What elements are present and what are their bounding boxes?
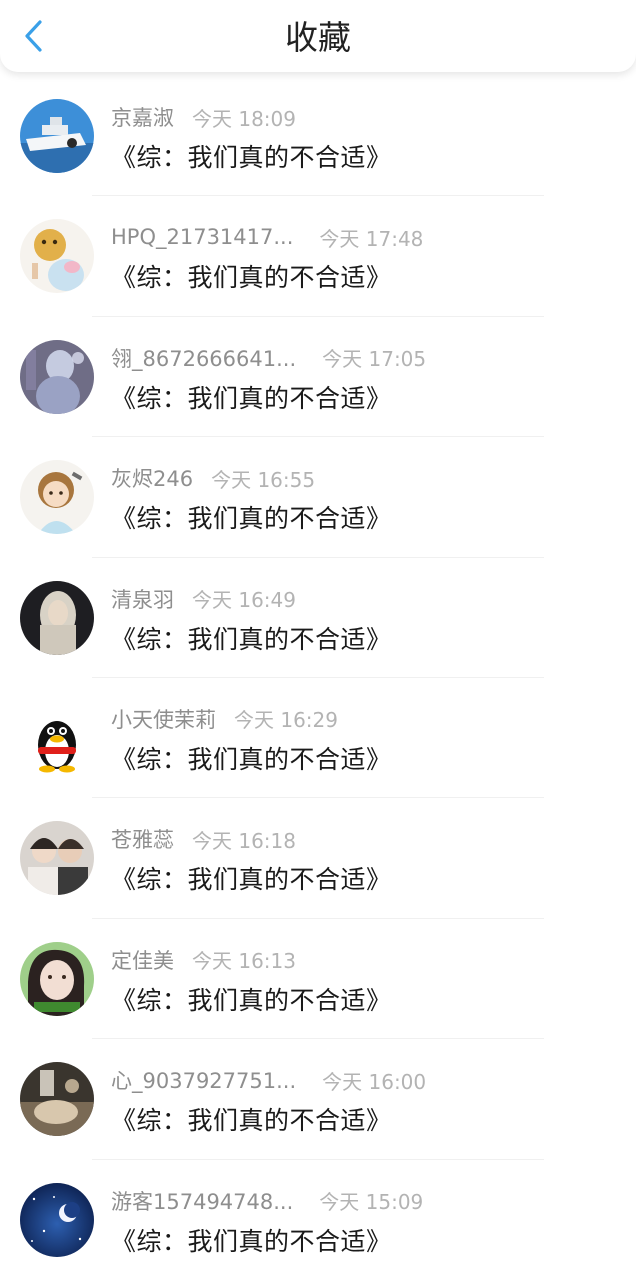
username: 京嘉淑 [111,106,174,130]
username: 苍雅蕊 [111,828,174,853]
list-item[interactable]: 灰烬246 今天 16:55 《综：我们真的不合适》 [0,437,636,558]
list-item[interactable]: 苍雅蕊 今天 16:18 《综：我们真的不合适》 [0,798,636,919]
page-title: 收藏 [285,18,351,57]
item-meta: 清泉羽 今天 16:49 [111,584,296,614]
avatar [20,219,94,294]
avatar [20,99,94,173]
avatar [20,821,94,896]
avatar [20,460,94,535]
item-meta: 翎_8672666641... 今天 17:05 [111,343,426,373]
timestamp: 今天 16:49 [192,588,296,613]
avatar [20,1062,94,1137]
book-title: 《综：我们真的不合适》 [111,504,392,534]
list-item[interactable]: 定佳美 今天 16:13 《综：我们真的不合适》 [0,919,636,1040]
favorites-list: 京嘉淑 今天 18:09 《综：我们真的不合适》 HPQ_21731417...… [0,76,636,1280]
timestamp: 今天 16:29 [234,708,338,733]
item-meta: 小天使茉莉 今天 16:29 [111,704,338,734]
item-meta: 京嘉淑 今天 18:09 [111,102,296,132]
list-item[interactable]: 小天使茉莉 今天 16:29 《综：我们真的不合适》 [0,678,636,799]
timestamp: 今天 15:09 [319,1190,424,1215]
book-title: 《综：我们真的不合适》 [111,985,392,1015]
username: HPQ_21731417... [111,225,294,250]
avatar [20,580,94,655]
item-meta: 灰烬246 今天 16:55 [111,463,315,493]
book-title: 《综：我们真的不合适》 [111,1106,392,1136]
timestamp: 今天 17:05 [322,347,427,372]
list-item[interactable]: 游客157494748... 今天 15:09 《综：我们真的不合适》 [0,1160,636,1280]
username: 小天使茉莉 [111,707,216,732]
book-title: 《综：我们真的不合适》 [111,263,392,293]
timestamp: 今天 18:09 [192,106,296,131]
list-item[interactable]: 京嘉淑 今天 18:09 《综：我们真的不合适》 [0,76,636,197]
list-item[interactable]: 清泉羽 今天 16:49 《综：我们真的不合适》 [0,558,636,678]
avatar [20,1182,94,1257]
book-title: 《综：我们真的不合适》 [111,624,392,654]
book-title: 《综：我们真的不合适》 [111,383,392,413]
item-meta: 心_9037927751... 今天 16:00 [111,1065,426,1095]
timestamp: 今天 17:48 [319,226,424,251]
book-title: 《综：我们真的不合适》 [111,1226,392,1256]
timestamp: 今天 16:18 [192,828,296,853]
avatar [20,941,94,1016]
item-meta: 游客157494748... 今天 15:09 [111,1186,423,1216]
username: 定佳美 [111,948,174,973]
book-title: 《综：我们真的不合适》 [111,865,392,895]
top-bar: 收藏 [0,0,636,72]
timestamp: 今天 16:13 [192,949,296,974]
username: 心_9037927751... [111,1069,297,1094]
timestamp: 今天 16:00 [322,1069,427,1094]
book-title: 《综：我们真的不合适》 [111,744,392,774]
timestamp: 今天 16:55 [211,467,316,492]
list-item[interactable]: 翎_8672666641... 今天 17:05 《综：我们真的不合适》 [0,317,636,438]
username: 翎_8672666641... [111,346,297,371]
item-meta: 定佳美 今天 16:13 [111,945,296,975]
list-item[interactable]: HPQ_21731417... 今天 17:48 《综：我们真的不合适》 [0,196,636,317]
username: 灰烬246 [111,467,194,492]
favorites-page: 收藏 京嘉淑 今天 18:09 《综：我们真的不合适》 HPQ_21731417… [0,0,636,1280]
book-title: 《综：我们真的不合适》 [111,143,392,172]
username: 游客157494748... [111,1189,294,1214]
item-meta: 苍雅蕊 今天 16:18 [111,824,296,854]
avatar [20,700,94,775]
avatar [20,339,94,414]
item-meta: HPQ_21731417... 今天 17:48 [111,222,423,252]
username: 清泉羽 [111,587,174,612]
list-item[interactable]: 心_9037927751... 今天 16:00 《综：我们真的不合适》 [0,1039,636,1160]
